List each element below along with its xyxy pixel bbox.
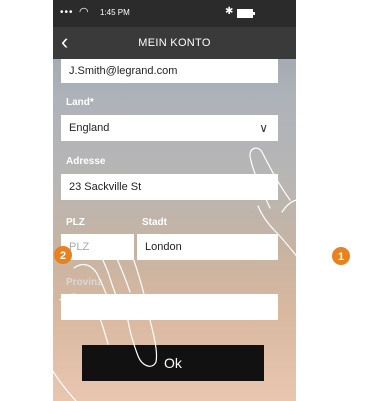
battery-icon [237,9,255,18]
wifi-icon: ◠ [79,6,89,18]
provinz-label: Provinz [66,277,103,288]
phone-screen: ••• ◠ 1:45 PM ✱ ‹ MEIN KONTO J.Smith@leg… [53,0,296,401]
signal-icon: ••• [60,7,74,18]
land-value: England [69,122,110,134]
email-field[interactable]: J.Smith@legrand.com [61,59,278,83]
stadt-field[interactable]: London [137,234,278,260]
plz-label: PLZ [66,217,85,228]
plz-field[interactable]: PLZ [61,234,134,260]
status-bar: ••• ◠ 1:45 PM ✱ [53,0,296,27]
adresse-label: Adresse [66,156,106,167]
ok-button[interactable]: Ok [82,345,264,381]
adresse-field[interactable]: 23 Sackville St [61,174,278,200]
step-1-badge: 1 [332,247,350,265]
land-select[interactable]: England ∨ [61,115,278,141]
stadt-label: Stadt [142,217,167,228]
step-1-label: 1 [338,251,344,263]
page-title: MEIN KONTO [138,37,211,49]
land-label: Land* [66,97,94,108]
bluetooth-icon: ✱ [225,6,234,17]
provinz-field[interactable] [61,294,278,320]
chevron-down-icon: ∨ [259,121,268,135]
nav-bar: ‹ MEIN KONTO [53,27,296,59]
status-time: 1:45 PM [100,8,130,17]
